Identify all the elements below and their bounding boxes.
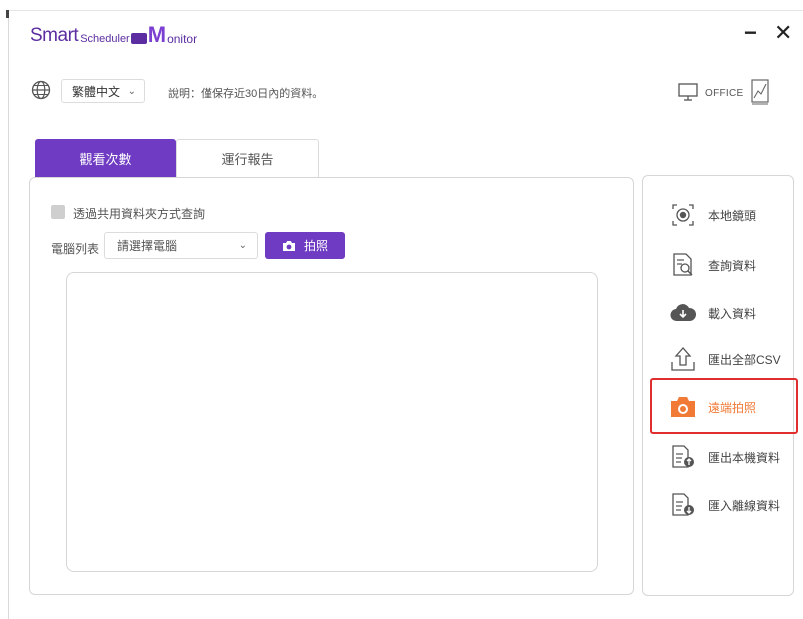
snapshot-button[interactable]: 拍照 [265,232,345,259]
document-search-icon [670,252,696,278]
sidebar-item-label: 查詢資料 [708,258,757,273]
minimize-button[interactable]: − [744,20,757,46]
highlight-box [650,378,798,434]
logo-monitor-text: onitor [167,32,198,46]
window-top-edge [8,10,803,11]
language-select[interactable]: 繁體中文 ⌄ [61,79,145,103]
sidebar-item-label: 匯出本機資料 [708,450,781,465]
sidebar-item-export-local-data[interactable]: 匯出本機資料 [670,442,790,472]
sidebar-item-import-offline-data[interactable]: 匯入離線資料 [670,490,790,520]
sidebar-item-load-data[interactable]: 載入資料 [670,298,790,328]
pc-list-label: 電腦列表 [51,242,100,256]
sidebar-item-label: 載入資料 [708,306,757,321]
chevron-down-icon: ⌄ [127,85,136,97]
pc-select-placeholder: 請選擇電腦 [117,239,178,253]
chevron-down-icon: ⌄ [238,240,247,251]
report-chart-icon[interactable] [750,78,770,106]
cloud-download-icon [670,300,696,326]
sidebar-item-local-camera[interactable]: 本地鏡頭 [670,200,790,230]
camera-icon [282,240,295,251]
monitor-icon[interactable] [677,82,699,102]
tab-run-report[interactable]: 運行報告 [176,139,319,177]
logo-scheduler-text: Scheduler [80,33,130,45]
window-left-edge [8,16,9,619]
sidebar-item-label: 匯入離線資料 [708,498,781,513]
camera-lens-icon [670,202,696,228]
shared-folder-checkbox[interactable] [51,205,65,219]
sidebar-item-label: 匯出全部CSV [708,352,781,367]
language-select-value: 繁體中文 [72,84,121,99]
upload-icon [670,346,696,372]
sidebar-item-export-all-csv[interactable]: 匯出全部CSV [670,344,790,374]
logo-m-letter: M [147,22,167,47]
tab-view-count[interactable]: 觀看次數 [35,139,176,177]
sidebar-item-label: 本地鏡頭 [708,208,757,223]
document-import-icon [670,492,696,518]
close-button[interactable]: ✕ [774,20,792,46]
logo-smart-text: Smart [30,25,79,46]
snapshot-display-area [66,272,598,572]
shared-folder-label: 透過共用資料夾方式查詢 [73,207,206,221]
window-corner-mark [6,10,9,18]
sidebar-item-query-data[interactable]: 查詢資料 [670,250,790,280]
globe-icon [31,80,51,100]
document-export-icon [670,444,696,470]
app-logo: Smart Scheduler M onitor [30,22,198,47]
logo-badge-icon [130,33,147,44]
office-label[interactable]: OFFICE [705,88,743,99]
pc-select[interactable]: 請選擇電腦 ⌄ [104,232,258,259]
snapshot-button-label: 拍照 [303,239,328,253]
retention-note: 說明：僅保存近30日內的資料。 [168,88,324,100]
